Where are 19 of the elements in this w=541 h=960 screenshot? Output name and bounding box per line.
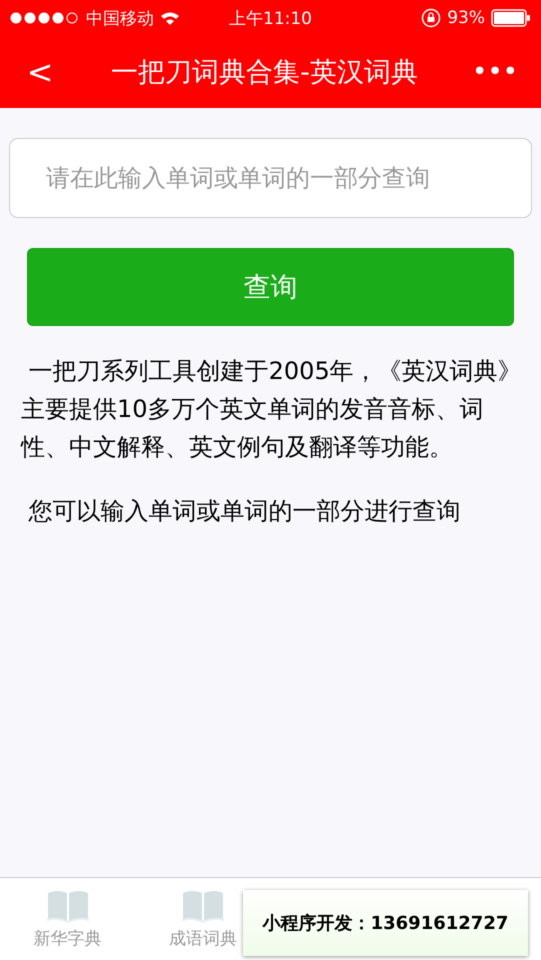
rotation-lock-icon [421,8,442,28]
search-button[interactable]: 查询 [27,248,514,326]
book-icon [46,888,90,922]
signal-icon [10,12,80,24]
tab-item[interactable]: 新华字典 [30,878,106,960]
status-time: 上午11:10 [229,8,312,30]
description-text: 一把刀系列工具创建于2005年，《英汉词典》主要提供10多万个英文单词的发音音标、词性、中文解释、英文例句及翻译等功能。 [21,356,522,463]
tab-item[interactable]: 成语词典 [164,878,241,960]
battery-icon [491,9,531,27]
promo-toast: 小程序开发：13691612727 [243,890,528,956]
book-icon [180,888,225,922]
description-text: 您可以输入单词或单词的一部分进行查询 [28,496,462,527]
back-button[interactable]: < [16,53,64,91]
wifi-icon [160,10,180,26]
more-button[interactable]: ••• [465,57,525,87]
search-field[interactable]: 请在此输入单词或单词的一部分查询 [9,138,532,218]
page-title: 一把刀词典合集-英汉词典 [110,56,419,90]
battery-percent: 93% [447,8,485,28]
carrier-name: 中国移动 [86,8,154,30]
